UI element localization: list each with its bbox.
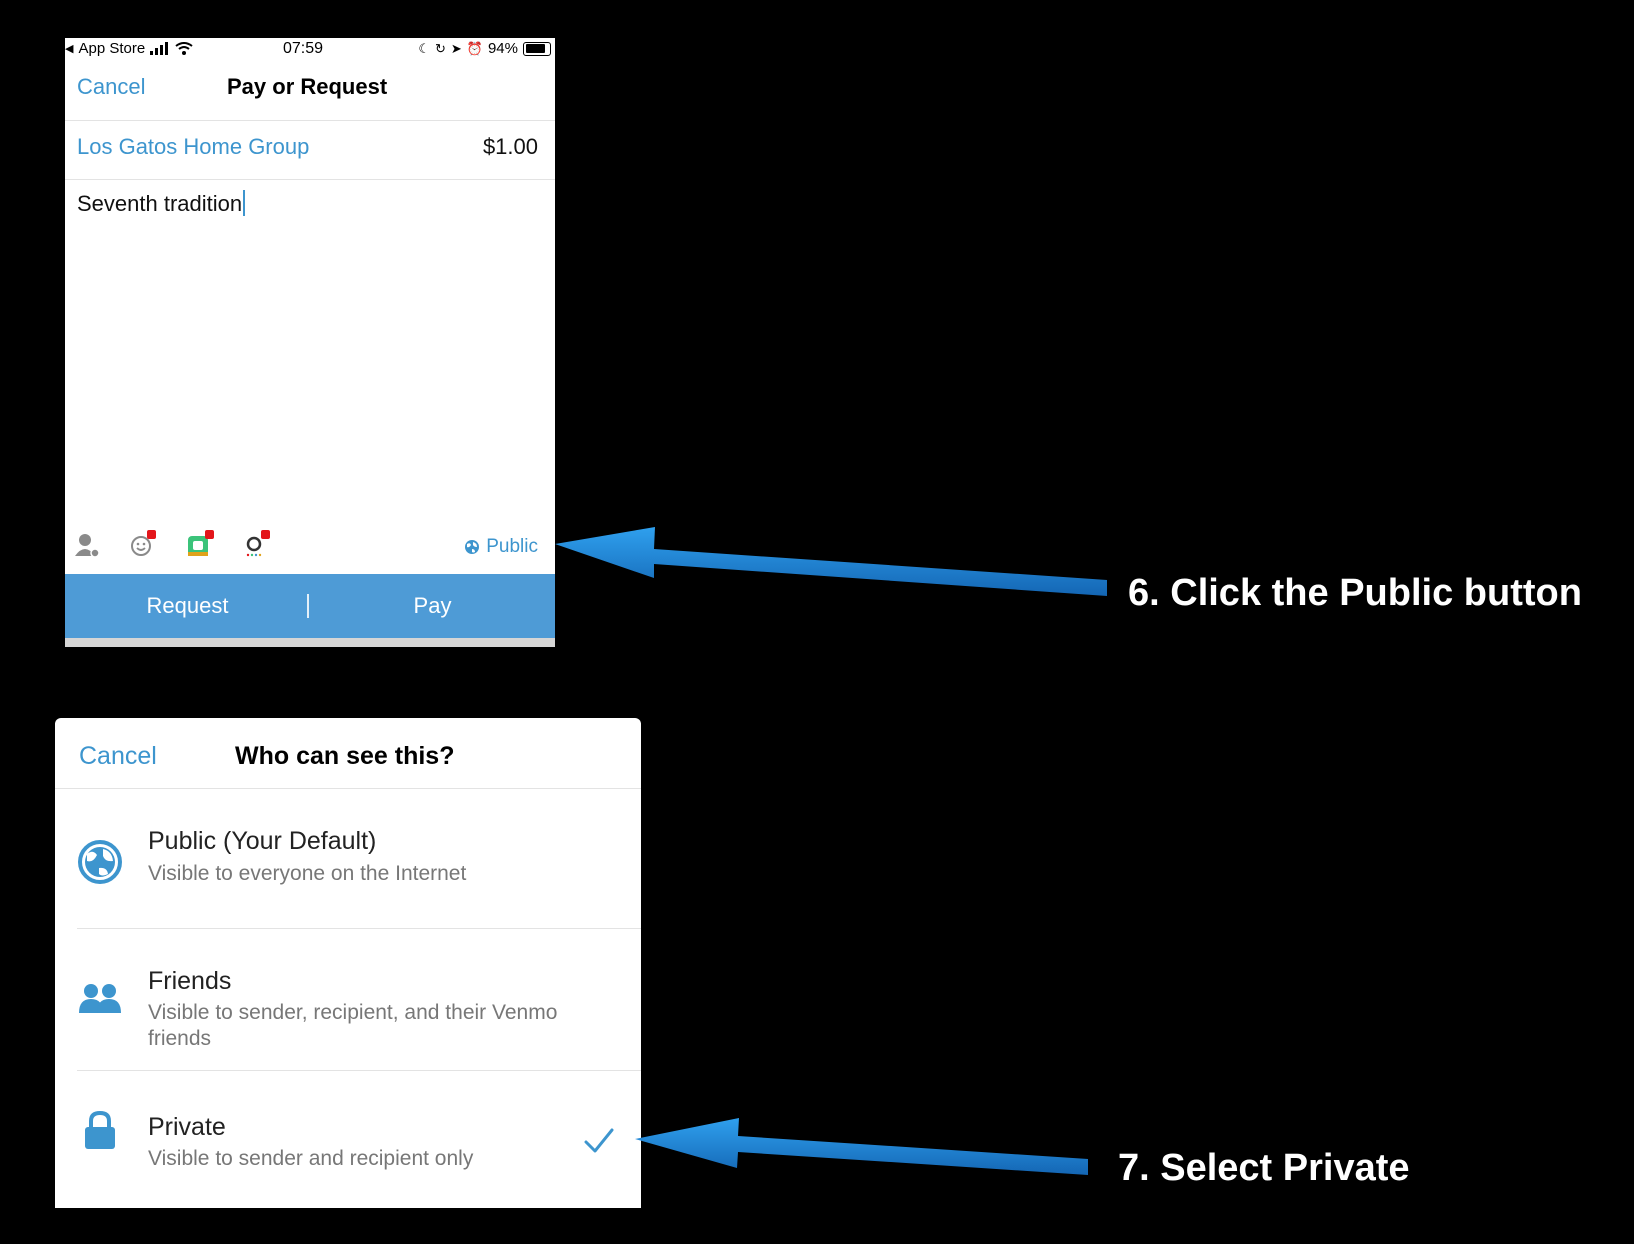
annotation-arrows <box>555 527 1107 1175</box>
step-7-label: 7. Select Private <box>1118 1147 1410 1189</box>
step-6-label: 6. Click the Public button <box>1128 572 1582 614</box>
arrow-to-public-button <box>555 527 1107 596</box>
arrow-to-private-option <box>635 1118 1088 1175</box>
